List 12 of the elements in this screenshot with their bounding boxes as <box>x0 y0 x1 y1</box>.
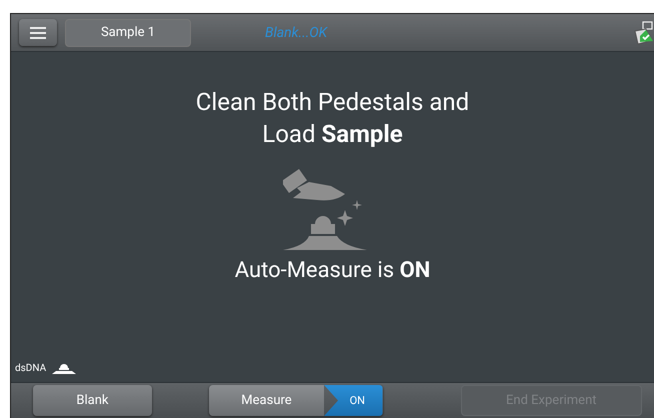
menu-icon <box>30 26 46 38</box>
action-button[interactable]: Blank <box>33 385 152 416</box>
instruction-text: Clean Both Pedestals and Load Sample <box>194 87 470 150</box>
application-label: dsDNA <box>15 362 46 374</box>
measure-button[interactable]: Measure <box>208 385 324 416</box>
checked-box-icon[interactable] <box>632 20 654 44</box>
menu-button[interactable] <box>19 19 57 46</box>
auto-measure-status: Auto-Measure is ON <box>234 258 430 283</box>
status-text: Blank...OK <box>265 24 328 40</box>
pedestal-icon <box>52 362 76 374</box>
toggle-switch[interactable]: ON <box>324 385 383 416</box>
sample-name-button[interactable]: Sample 1 <box>65 18 191 46</box>
